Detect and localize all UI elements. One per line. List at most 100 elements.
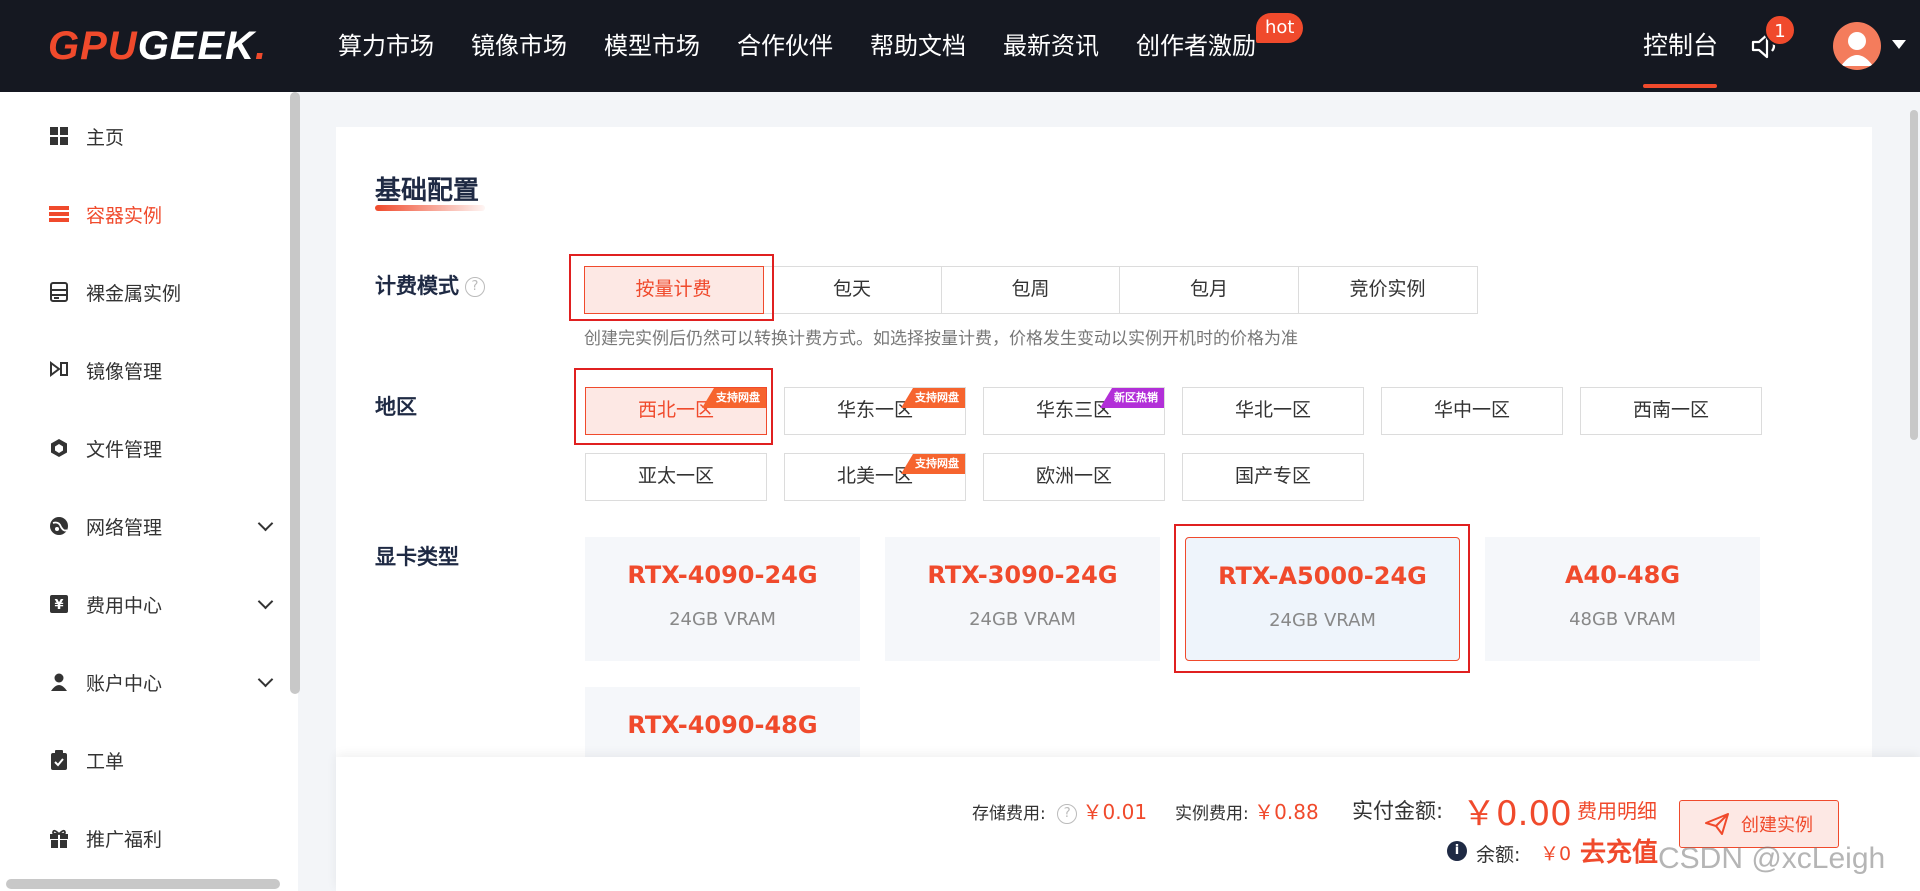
nav-console[interactable]: 控制台 <box>1643 0 1718 92</box>
sidebar-item-label: 镜像管理 <box>86 360 163 383</box>
sidebar-item-account-center[interactable]: 账户中心 <box>48 662 278 702</box>
gpu-option[interactable]: RTX-4090-48G <box>585 687 860 757</box>
region-option[interactable]: 欧洲一区 <box>983 453 1165 501</box>
user-icon <box>48 671 70 693</box>
gpu-name: A40-48G <box>1564 561 1681 589</box>
storage-fee-value: ￥0.01 <box>1082 800 1148 824</box>
sidebar-item-label: 文件管理 <box>86 438 163 461</box>
balance-label: 余额: <box>1476 844 1521 866</box>
region-option[interactable]: 华中一区 <box>1381 387 1563 435</box>
sidebar-item-label: 容器实例 <box>86 204 163 227</box>
total-amount-label: 实付金额: <box>1352 799 1444 823</box>
nav-creator-incentive[interactable]: 创作者激励 hot <box>1136 0 1304 92</box>
gpu-name: RTX-4090-48G <box>627 711 818 739</box>
sidebar-item-network-management[interactable]: 网络管理 <box>48 506 278 546</box>
sidebar-item-label: 网络管理 <box>86 516 163 539</box>
notification-count-badge: 1 <box>1764 14 1796 46</box>
image-icon <box>48 359 70 381</box>
chevron-down-icon[interactable] <box>257 593 274 610</box>
nav-compute-market[interactable]: 算力市场 <box>338 0 434 92</box>
region-option[interactable]: 国产专区 <box>1182 453 1364 501</box>
server-icon <box>48 203 70 225</box>
sidebar-item-label: 工单 <box>86 750 125 773</box>
create-instance-button[interactable]: 创建实例 <box>1679 800 1839 848</box>
gpugeek-logo[interactable]: GPUGEEK. <box>48 26 267 66</box>
svg-text:¥: ¥ <box>54 598 63 613</box>
recharge-link[interactable]: 去充值 <box>1580 832 1658 869</box>
fee-detail-link[interactable]: 费用明细 <box>1577 795 1657 824</box>
nav-partners[interactable]: 合作伙伴 <box>737 0 833 92</box>
send-icon <box>1705 813 1729 835</box>
main-nav: 算力市场 镜像市场 模型市场 合作伙伴 帮助文档 最新资讯 创作者激励 hot <box>338 0 1304 92</box>
sidebar-item-file-management[interactable]: 文件管理 <box>48 428 278 468</box>
sidebar-item-label: 主页 <box>86 126 125 149</box>
gpu-name: RTX-4090-24G <box>627 561 818 589</box>
sidebar-item-home[interactable]: 主页 <box>48 116 278 156</box>
sidebar-item-label: 推广福利 <box>86 828 163 851</box>
sidebar-item-container-instances[interactable]: 容器实例 <box>48 194 278 234</box>
chevron-down-icon[interactable] <box>257 671 274 688</box>
region-option[interactable]: 华东一区 支持网盘 <box>784 387 966 435</box>
avatar[interactable] <box>1833 22 1881 70</box>
region-label: 地区 <box>375 395 417 419</box>
sidebar-scrollbar[interactable] <box>290 92 300 694</box>
info-icon: i <box>1447 841 1467 861</box>
sidebar-item-label: 账户中心 <box>86 672 163 695</box>
billing-option-pay-as-you-go[interactable]: 按量计费 <box>583 266 764 314</box>
gpu-vram: 24GB VRAM <box>669 609 776 630</box>
billing-option-daily[interactable]: 包天 <box>762 266 942 314</box>
network-icon <box>48 515 70 537</box>
create-instance-label: 创建实例 <box>1741 815 1813 836</box>
avatar-dropdown-icon[interactable] <box>1892 40 1906 49</box>
region-option[interactable]: 西南一区 <box>1580 387 1762 435</box>
sidebar-item-label: 费用中心 <box>86 594 163 617</box>
sidebar-item-label: 裸金属实例 <box>86 282 182 305</box>
gpu-option[interactable]: RTX-3090-24G 24GB VRAM <box>885 537 1160 661</box>
instance-fee-value: ￥0.88 <box>1254 800 1319 824</box>
nav-news[interactable]: 最新资讯 <box>1003 0 1099 92</box>
region-option[interactable]: 亚太一区 <box>585 453 767 501</box>
region-option-label: 北美一区 <box>836 465 913 487</box>
region-option[interactable]: 华东三区 新区热销 <box>983 387 1165 435</box>
chevron-down-icon[interactable] <box>257 515 274 532</box>
sidebar-item-tickets[interactable]: 工单 <box>48 740 278 780</box>
region-option-label: 华东一区 <box>836 399 913 421</box>
highlight-box <box>574 368 773 445</box>
sidebar-horizontal-scrollbar[interactable] <box>6 879 280 889</box>
billing-mode-selector: 按量计费 包天 包周 包月 竞价实例 <box>583 266 1478 314</box>
gpu-vram: 48GB VRAM <box>1569 609 1676 630</box>
nav-help-docs[interactable]: 帮助文档 <box>870 0 966 92</box>
gpu-type-label: 显卡类型 <box>375 545 459 569</box>
nav-model-market[interactable]: 模型市场 <box>604 0 700 92</box>
page-scrollbar[interactable] <box>1910 110 1918 440</box>
billing-option-weekly[interactable]: 包周 <box>940 266 1121 314</box>
yen-icon: ¥ <box>48 593 70 615</box>
hot-badge: hot <box>1256 13 1304 43</box>
gpu-vram: 24GB VRAM <box>969 609 1076 630</box>
grid-icon <box>48 125 70 147</box>
region-tag: 支持网盘 <box>901 454 965 474</box>
billing-option-spot[interactable]: 竞价实例 <box>1297 266 1478 314</box>
help-icon[interactable]: ? <box>465 277 485 297</box>
region-option[interactable]: 北美一区 支持网盘 <box>784 453 966 501</box>
region-tag: 新区热销 <box>1100 388 1164 408</box>
gpu-option[interactable]: A40-48G 48GB VRAM <box>1485 537 1760 661</box>
region-option[interactable]: 华北一区 <box>1182 387 1364 435</box>
region-option-label: 华东三区 <box>1035 399 1112 421</box>
nav-creator-incentive-label: 创作者激励 <box>1136 32 1256 60</box>
highlight-box <box>1174 524 1470 673</box>
billing-option-monthly[interactable]: 包月 <box>1119 266 1299 314</box>
sidebar-item-image-management[interactable]: 镜像管理 <box>48 350 278 390</box>
instance-fee-label: 实例费用: <box>1175 804 1249 824</box>
section-title: 基础配置 <box>375 176 480 206</box>
sidebar-item-billing-center[interactable]: ¥ 费用中心 <box>48 584 278 624</box>
billing-note: 创建完实例后仍然可以转换计费方式。如选择按量计费，价格发生变动以实例开机时的价格… <box>584 329 1298 349</box>
sidebar-item-bare-metal[interactable]: 裸金属实例 <box>48 272 278 312</box>
console-active-indicator <box>1643 84 1717 88</box>
gpu-option[interactable]: RTX-4090-24G 24GB VRAM <box>585 537 860 661</box>
gpu-name: RTX-3090-24G <box>927 561 1118 589</box>
help-icon[interactable]: ? <box>1057 804 1078 824</box>
total-amount-value: ￥0.00 <box>1462 794 1572 834</box>
sidebar-item-promotion[interactable]: 推广福利 <box>48 818 278 858</box>
nav-image-market[interactable]: 镜像市场 <box>471 0 567 92</box>
